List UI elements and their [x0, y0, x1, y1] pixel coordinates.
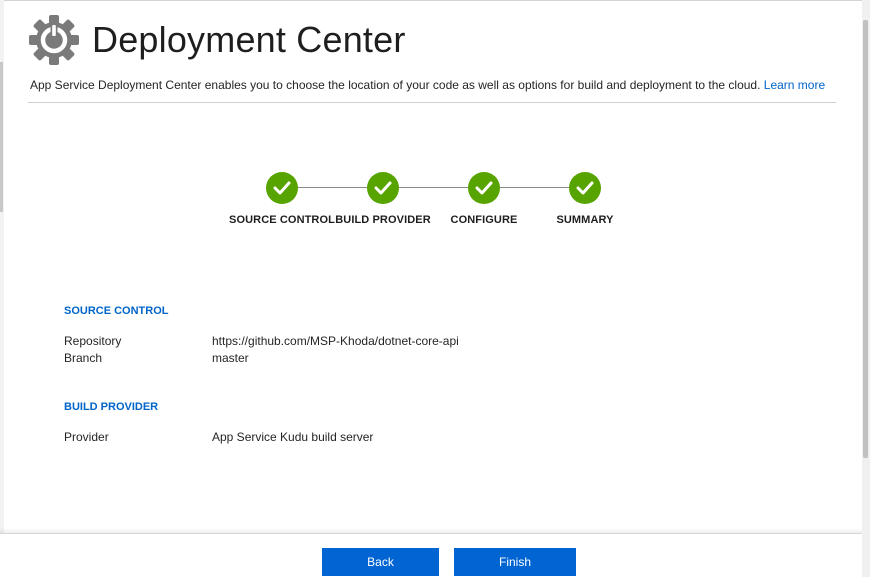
- page-title: Deployment Center: [92, 19, 406, 60]
- description-text: App Service Deployment Center enables yo…: [30, 78, 764, 92]
- left-gutter-marker: [0, 62, 3, 212]
- page-description: App Service Deployment Center enables yo…: [30, 78, 825, 92]
- checkmark-icon: [475, 181, 493, 195]
- source-control-section-title: SOURCE CONTROL: [64, 305, 169, 317]
- branch-label: Branch: [64, 351, 103, 365]
- step-label: SUMMARY: [556, 214, 614, 226]
- step-complete-icon: [468, 172, 500, 204]
- gear-icon: [29, 15, 79, 65]
- finish-button[interactable]: Finish: [454, 548, 576, 576]
- header-divider: [28, 102, 836, 103]
- wizard-footer: Back Finish: [0, 533, 862, 577]
- top-border: [0, 0, 862, 1]
- branch-value: master: [212, 351, 249, 365]
- checkmark-icon: [576, 181, 594, 195]
- step-summary[interactable]: SUMMARY: [525, 170, 645, 226]
- build-provider-section-title: BUILD PROVIDER: [64, 401, 159, 413]
- step-complete-icon: [367, 172, 399, 204]
- repository-value: https://github.com/MSP-Khoda/dotnet-core…: [212, 334, 459, 348]
- wizard-stepper: SOURCE CONTROL BUILD PROVIDER CONFIGURE …: [222, 170, 622, 240]
- checkmark-icon: [374, 181, 392, 195]
- page-header: Deployment Center: [28, 8, 828, 72]
- deployment-center-blade: Deployment Center App Service Deployment…: [0, 0, 870, 577]
- back-button[interactable]: Back: [322, 548, 439, 576]
- provider-label: Provider: [64, 430, 109, 444]
- step-complete-icon: [266, 172, 298, 204]
- repository-label: Repository: [64, 334, 122, 348]
- scrollbar-thumb[interactable]: [863, 20, 868, 458]
- step-complete-icon: [569, 172, 601, 204]
- checkmark-icon: [273, 181, 291, 195]
- learn-more-link[interactable]: Learn more: [764, 78, 825, 92]
- provider-value: App Service Kudu build server: [212, 430, 374, 444]
